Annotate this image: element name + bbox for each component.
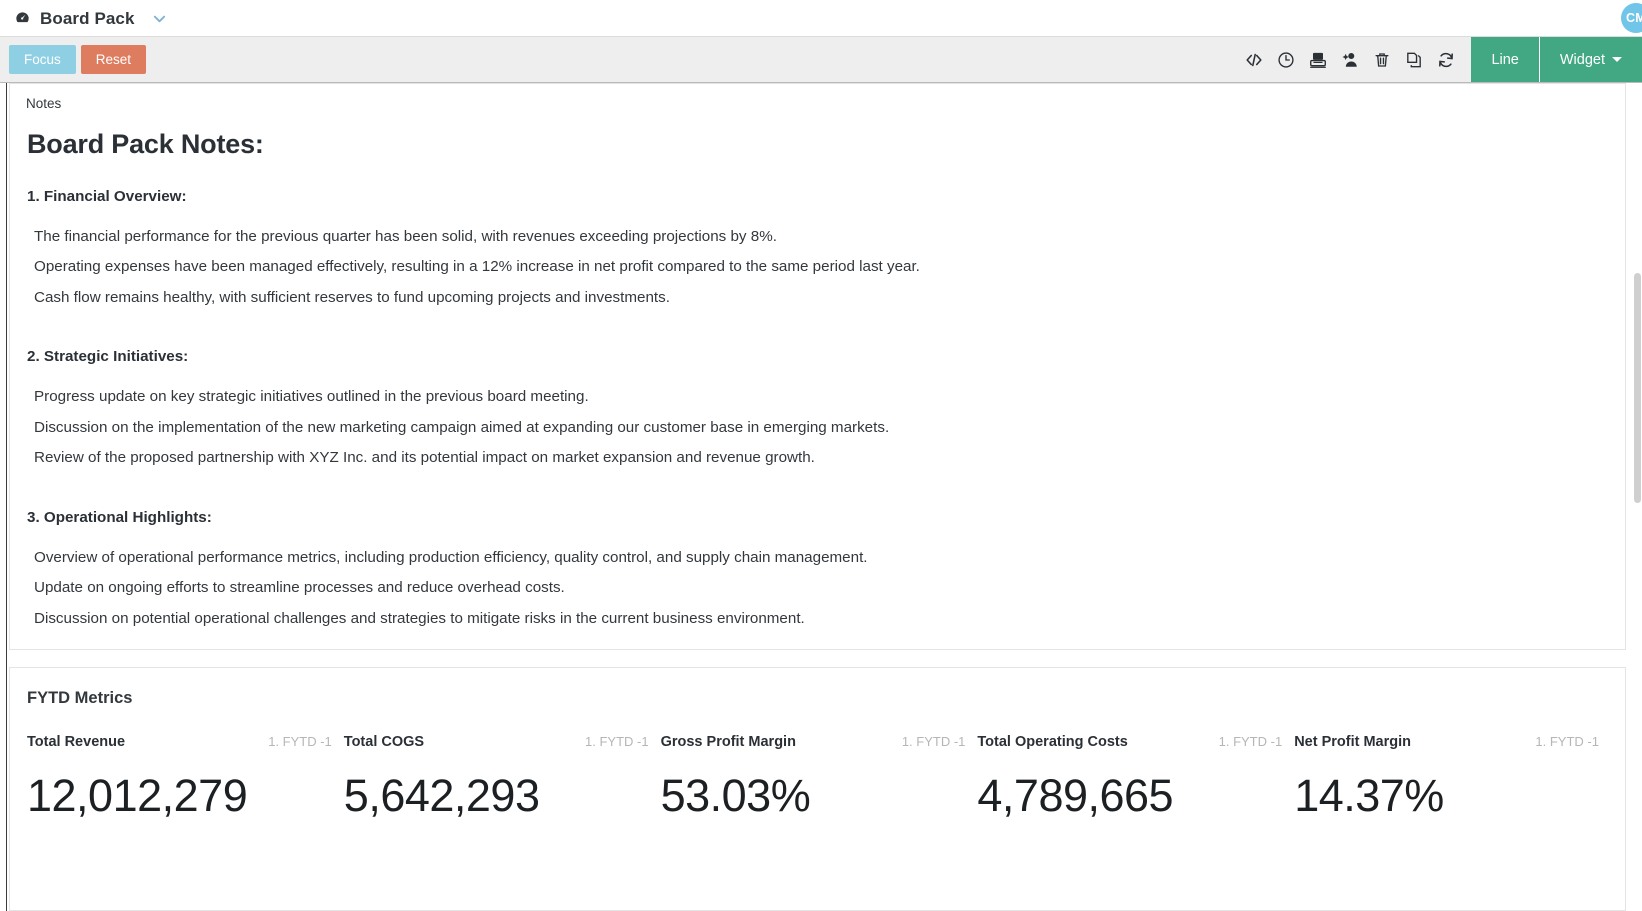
metric-label: Total COGS — [343, 734, 425, 750]
toolbar: Focus Reset Line Widget — [0, 37, 1642, 83]
dashboard-content: Notes Board Pack Notes: 1. Financial Ove… — [0, 83, 1642, 911]
notes-line: Operating expenses have been managed eff… — [34, 258, 920, 276]
metric-header: Total Revenue 1. FYTD -1 — [27, 734, 332, 750]
widget-dropdown-button[interactable]: Widget — [1538, 37, 1642, 82]
clock-icon[interactable] — [1275, 49, 1297, 71]
metric-value: 12,012,279 — [27, 770, 248, 821]
reset-button[interactable]: Reset — [80, 44, 147, 75]
avatar-initials: CM — [1625, 11, 1642, 25]
avatar[interactable]: CM — [1621, 3, 1642, 33]
metric-label: Gross Profit Margin — [660, 734, 796, 750]
notes-widget: Notes Board Pack Notes: 1. Financial Ove… — [9, 83, 1626, 650]
notes-section-heading: 2. Strategic Initiatives: — [27, 348, 189, 366]
metric-label: Net Profit Margin — [1294, 734, 1411, 750]
notes-section: 3. Operational Highlights: Overview of o… — [27, 509, 1625, 639]
metric-total-revenue: Total Revenue 1. FYTD -1 12,012,279 — [27, 734, 344, 818]
notes-body: 1. Financial Overview: The financial per… — [27, 188, 1625, 639]
notes-line: Update on ongoing efforts to streamline … — [34, 579, 565, 597]
metric-value: 5,642,293 — [343, 770, 540, 821]
metric-value: 14.37% — [1294, 770, 1444, 821]
notes-line: Discussion on potential operational chal… — [34, 609, 805, 627]
focus-button[interactable]: Focus — [9, 44, 76, 75]
notes-line: Overview of operational performance metr… — [34, 548, 868, 566]
metric-gross-profit-margin: Gross Profit Margin 1. FYTD -1 53.03% — [661, 734, 978, 818]
metric-value: 53.03% — [660, 770, 811, 821]
gauge-icon — [14, 10, 31, 27]
toolbar-left-group: Focus Reset — [0, 44, 147, 75]
left-gutter — [0, 83, 7, 911]
save-icon[interactable] — [1307, 49, 1329, 71]
notes-heading: Board Pack Notes: — [27, 129, 264, 159]
widget-button-label: Widget — [1559, 51, 1605, 68]
metric-label: Total Revenue — [27, 734, 126, 750]
user-edit-icon[interactable] — [1339, 49, 1361, 71]
metric-header: Net Profit Margin 1. FYTD -1 — [1294, 734, 1599, 750]
notes-line: Cash flow remains healthy, with sufficie… — [34, 288, 670, 306]
metric-net-profit-margin: Net Profit Margin 1. FYTD -1 14.37% — [1294, 734, 1611, 818]
scrollbar-thumb[interactable] — [1634, 273, 1641, 503]
page-title: Board Pack — [40, 8, 135, 28]
caret-down-icon — [1612, 57, 1622, 62]
toolbar-right-group: Line Widget — [1243, 37, 1642, 82]
fytd-metrics-title: FYTD Metrics — [27, 689, 133, 707]
notes-line: The financial performance for the previo… — [34, 228, 777, 245]
vertical-scrollbar[interactable] — [1633, 83, 1642, 911]
chevron-down-icon[interactable] — [152, 11, 167, 26]
notes-line: Progress update on key strategic initiat… — [34, 388, 589, 406]
title-bar: Board Pack CM — [0, 0, 1642, 37]
metric-label: Total Operating Costs — [977, 734, 1128, 750]
notes-line: Discussion on the implementation of the … — [34, 418, 890, 436]
notes-section: 1. Financial Overview: The financial per… — [27, 188, 1625, 318]
dashboard-title-group[interactable]: Board Pack — [14, 10, 167, 27]
metric-header: Total Operating Costs 1. FYTD -1 — [977, 734, 1282, 750]
metric-period: 1. FYTD -1 — [268, 734, 332, 749]
notes-widget-label: Notes — [26, 96, 62, 111]
metric-header: Gross Profit Margin 1. FYTD -1 — [661, 734, 966, 750]
trash-icon[interactable] — [1371, 49, 1393, 71]
metric-period: 1. FYTD -1 — [585, 734, 649, 749]
fytd-metrics-widget: FYTD Metrics Total Revenue 1. FYTD -1 12… — [9, 667, 1626, 911]
metric-total-operating-costs: Total Operating Costs 1. FYTD -1 4,789,6… — [977, 734, 1294, 818]
app-window: Board Pack CM Focus Reset Line Widget No… — [0, 0, 1642, 911]
notes-line: Review of the proposed partnership with … — [34, 449, 815, 467]
toolbar-icon-group — [1243, 49, 1471, 71]
line-button[interactable]: Line — [1471, 37, 1539, 82]
notes-section: 2. Strategic Initiatives: Progress updat… — [27, 348, 1625, 478]
metric-period: 1. FYTD -1 — [901, 734, 966, 749]
notes-section-heading: 3. Operational Highlights: — [27, 508, 212, 526]
line-button-label: Line — [1491, 51, 1519, 68]
refresh-icon[interactable] — [1435, 49, 1457, 71]
metric-total-cogs: Total COGS 1. FYTD -1 5,642,293 — [344, 734, 661, 818]
metric-header: Total COGS 1. FYTD -1 — [344, 734, 649, 750]
metrics-row: Total Revenue 1. FYTD -1 12,012,279 Tota… — [10, 734, 1625, 818]
notes-section-heading: 1. Financial Overview: — [27, 188, 187, 205]
copy-icon[interactable] — [1403, 49, 1425, 71]
metric-period: 1. FYTD -1 — [1218, 734, 1283, 749]
metric-value: 4,789,665 — [977, 770, 1174, 821]
metric-period: 1. FYTD -1 — [1535, 734, 1599, 749]
code-icon[interactable] — [1243, 49, 1265, 71]
